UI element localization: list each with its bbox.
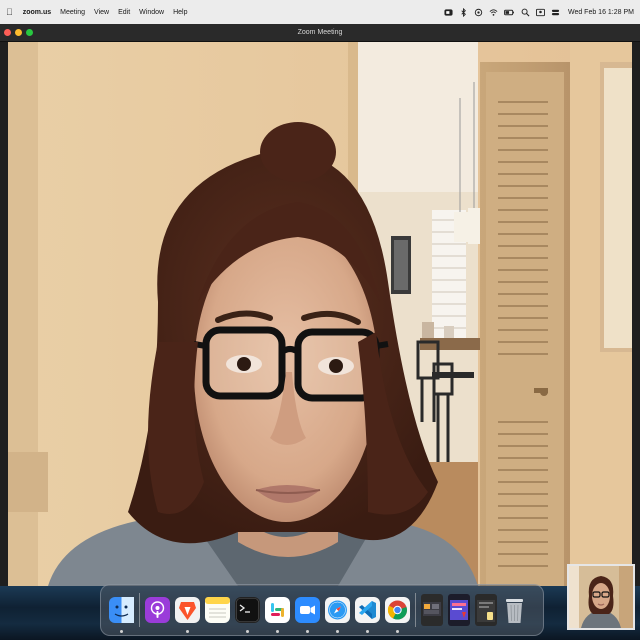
window-controls: [4, 29, 33, 36]
focus-icon[interactable]: [474, 8, 483, 17]
self-view-video[interactable]: [567, 564, 635, 630]
fullscreen-window-button[interactable]: [26, 29, 33, 36]
terminal-icon[interactable]: [235, 593, 260, 633]
slack-icon[interactable]: [265, 593, 290, 633]
running-indicator: [186, 630, 189, 633]
zoom-meeting-window: Zoom Meeting: [0, 24, 640, 586]
notes-icon[interactable]: [205, 593, 230, 627]
menu-window[interactable]: Window: [139, 9, 164, 16]
window-thumbnail-1[interactable]: [421, 594, 443, 626]
safari-icon[interactable]: [325, 593, 350, 633]
menu-meeting[interactable]: Meeting: [60, 9, 85, 16]
chrome-icon[interactable]: [385, 593, 410, 633]
window-thumbnail-2[interactable]: [448, 594, 470, 626]
dock-divider: [139, 593, 140, 627]
bluetooth-icon[interactable]: [459, 7, 468, 17]
window-thumbnail-3[interactable]: [475, 594, 497, 626]
dock-divider: [415, 593, 416, 627]
menu-help[interactable]: Help: [173, 9, 187, 16]
window-title: Zoom Meeting: [297, 29, 343, 36]
trash-icon[interactable]: [502, 593, 527, 627]
running-indicator: [396, 630, 399, 633]
dock: [100, 584, 544, 636]
running-indicator: [276, 630, 279, 633]
minimize-window-button[interactable]: [15, 29, 22, 36]
user-switch-icon[interactable]: [535, 8, 545, 17]
menu-app-name[interactable]: zoom.us: [23, 9, 51, 16]
menu-view[interactable]: View: [94, 9, 109, 16]
zoom-icon[interactable]: [295, 593, 320, 633]
brave-browser-icon[interactable]: [175, 593, 200, 633]
menu-bar:  zoom.us Meeting View Edit Window Help …: [0, 0, 640, 24]
podcasts-icon[interactable]: [145, 593, 170, 627]
zoom-status-icon[interactable]: [444, 8, 453, 17]
finder-icon[interactable]: [109, 593, 134, 633]
running-indicator: [336, 630, 339, 633]
self-view-image: [569, 566, 633, 628]
running-indicator: [246, 630, 249, 633]
running-indicator: [306, 630, 309, 633]
close-window-button[interactable]: [4, 29, 11, 36]
window-titlebar[interactable]: Zoom Meeting: [0, 24, 640, 42]
control-center-icon[interactable]: [551, 8, 560, 17]
video-frame-image: [8, 42, 632, 586]
battery-icon[interactable]: [504, 8, 515, 17]
status-area: Wed Feb 16 1:28 PM: [444, 7, 634, 17]
wifi-icon[interactable]: [489, 8, 498, 17]
running-indicator: [120, 630, 123, 633]
spotlight-search-icon[interactable]: [521, 8, 530, 17]
menubar-clock[interactable]: Wed Feb 16 1:28 PM: [568, 9, 634, 16]
menu-edit[interactable]: Edit: [118, 9, 130, 16]
participant-video[interactable]: [8, 42, 632, 586]
apple-menu-icon[interactable]: : [6, 7, 13, 17]
running-indicator: [366, 630, 369, 633]
vscode-icon[interactable]: [355, 593, 380, 633]
